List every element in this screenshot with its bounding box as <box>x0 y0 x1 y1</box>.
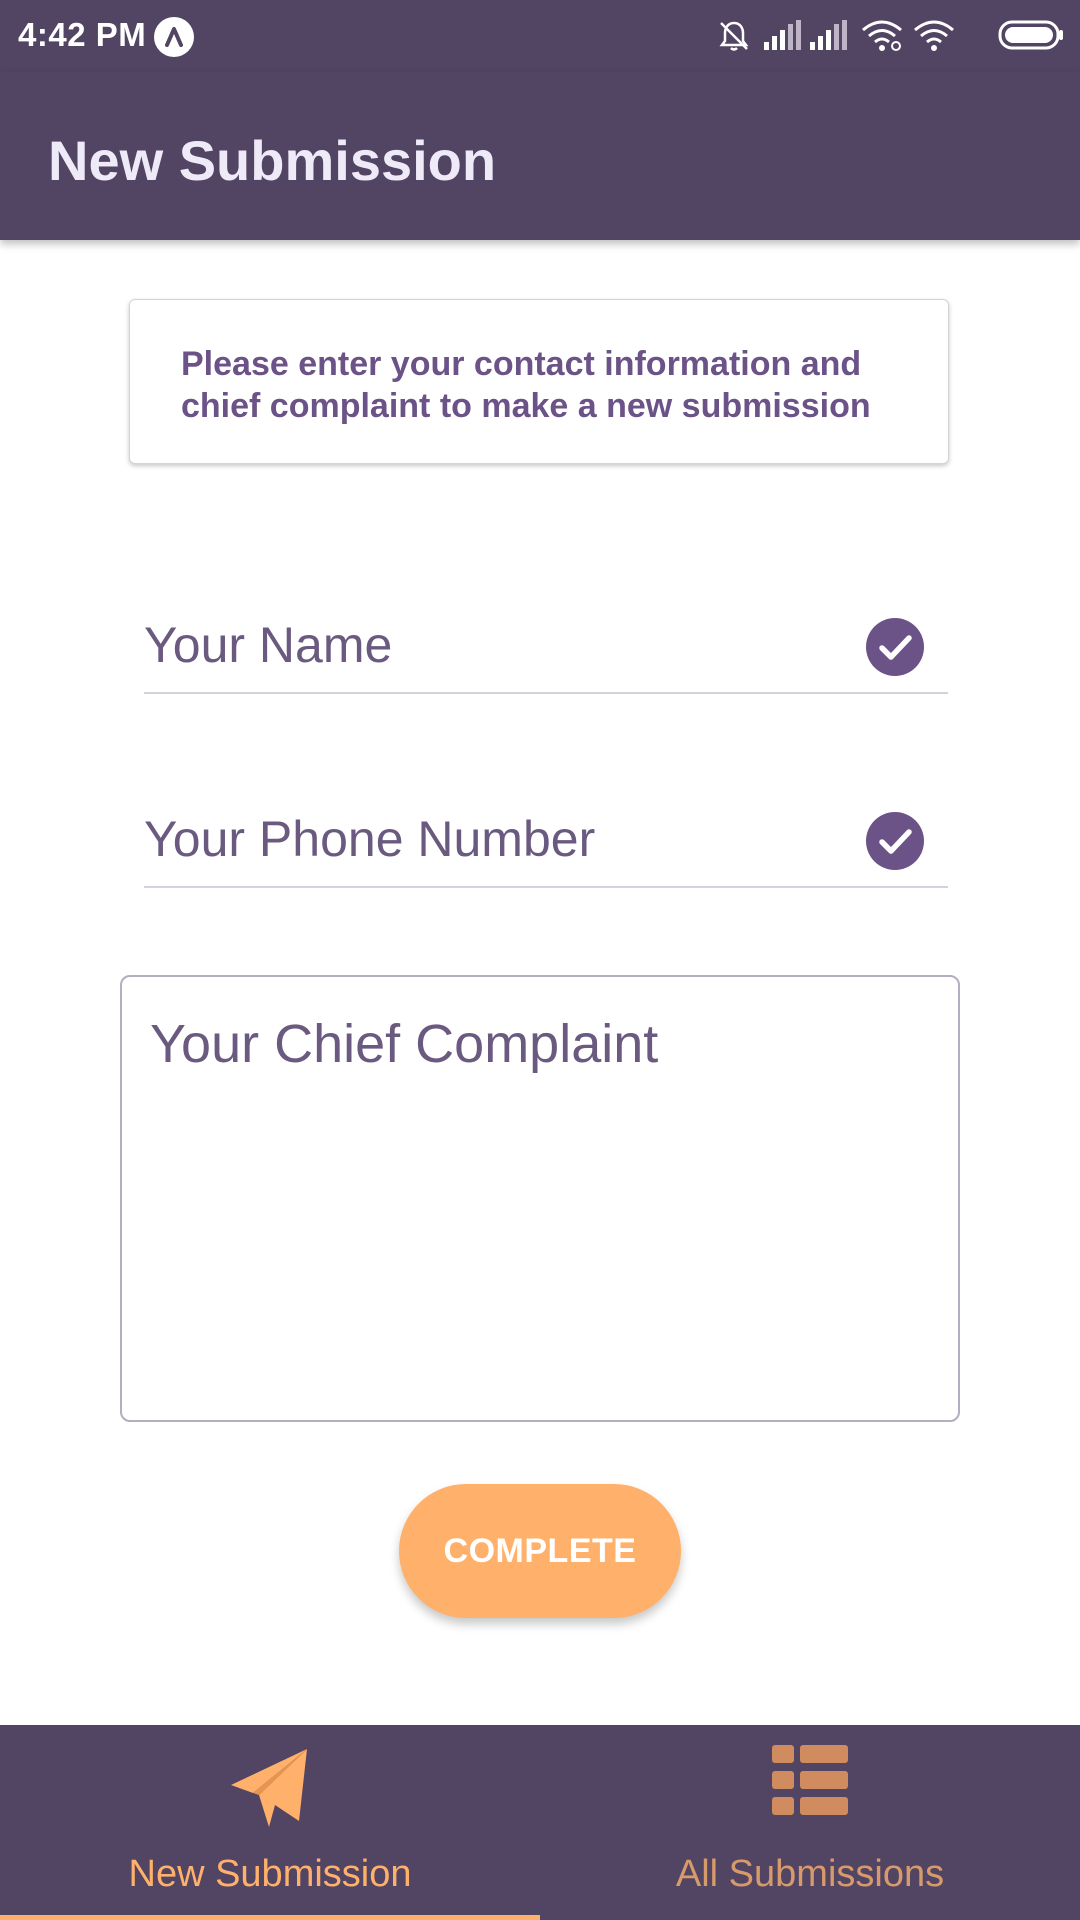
instructions-text: Please enter your contact information an… <box>181 345 871 425</box>
wifi-link-icon <box>862 20 902 51</box>
list-grid-icon <box>772 1745 848 1815</box>
active-tab-indicator <box>0 1915 540 1920</box>
complaint-placeholder: Your Chief Complaint <box>150 1014 659 1074</box>
status-time: 4:42 PM <box>18 16 147 53</box>
battery-icon <box>998 20 1063 50</box>
name-placeholder: Your Name <box>144 617 393 673</box>
name-field[interactable]: Your Name <box>144 598 948 694</box>
check-circle-icon <box>866 812 924 870</box>
signal-icon <box>764 20 801 50</box>
app-notification-icon <box>154 17 194 57</box>
screen: 4:42 PM New Submission Please enter your… <box>0 0 1080 1920</box>
nav-label-all-submissions: All Submissions <box>675 1853 945 1895</box>
bottom-nav: New Submission All Submissions <box>0 1725 1080 1920</box>
phone-field[interactable]: Your Phone Number <box>144 792 948 888</box>
status-bar: 4:42 PM <box>0 0 1080 72</box>
complete-button[interactable]: COMPLETE <box>399 1484 681 1618</box>
signal-icon <box>810 20 847 50</box>
wifi-icon <box>914 20 954 51</box>
app-bar: New Submission <box>0 72 1080 240</box>
chief-complaint-textarea[interactable]: Your Chief Complaint <box>120 975 960 1422</box>
instructions-card: Please enter your contact information an… <box>129 299 949 464</box>
nav-label-new-submission: New Submission <box>128 1853 412 1895</box>
paper-plane-icon <box>231 1749 307 1827</box>
nav-item-all-submissions[interactable]: All Submissions <box>540 1725 1080 1920</box>
page-title: New Submission <box>48 129 497 192</box>
bell-muted-icon <box>719 21 749 51</box>
check-circle-icon <box>866 618 924 676</box>
nav-item-new-submission[interactable]: New Submission <box>0 1725 540 1920</box>
phone-placeholder: Your Phone Number <box>144 811 596 867</box>
